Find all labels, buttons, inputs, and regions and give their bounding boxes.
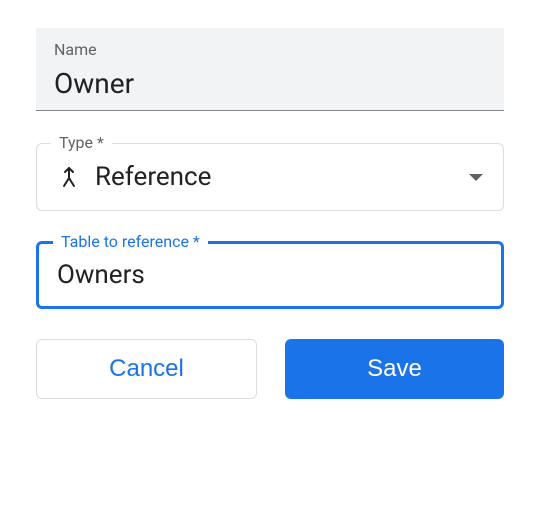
save-button[interactable]: Save [285, 339, 504, 399]
table-reference-select[interactable]: Table to reference * Owners [36, 241, 504, 309]
name-label: Name [54, 40, 486, 59]
chevron-down-icon [469, 174, 483, 181]
name-field[interactable]: Name Owner [36, 28, 504, 111]
type-value: Reference [95, 162, 211, 192]
cancel-button[interactable]: Cancel [36, 339, 257, 399]
table-reference-value: Owners [57, 260, 483, 290]
name-value: Owner [54, 67, 486, 106]
merge-icon [57, 165, 81, 189]
button-row: Cancel Save [36, 339, 504, 399]
type-label: Type * [51, 133, 112, 152]
type-select[interactable]: Type * Reference [36, 143, 504, 211]
table-reference-label: Table to reference * [53, 232, 208, 251]
